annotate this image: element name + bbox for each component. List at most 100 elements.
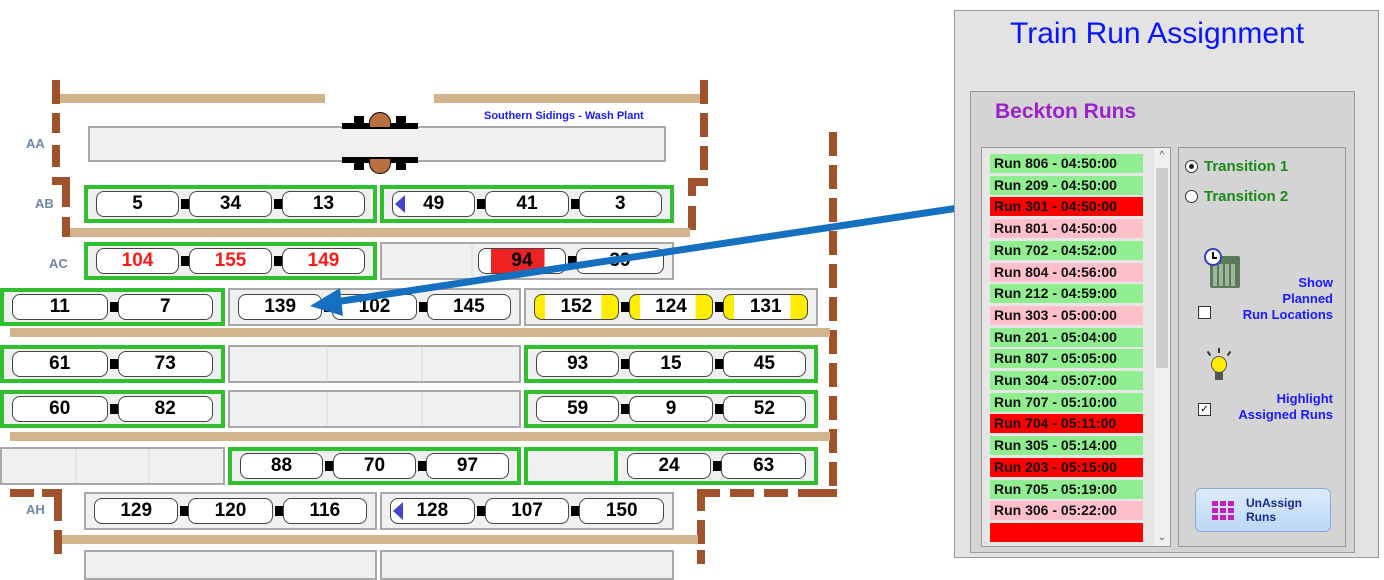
run-list-item[interactable]: Run 301 - 04:50:00 xyxy=(990,197,1143,217)
railcar[interactable]: 7 xyxy=(109,294,213,320)
railcar[interactable]: 49 xyxy=(392,191,476,217)
run-list-item[interactable]: Run 705 - 05:19:00 xyxy=(990,479,1143,499)
siding-r4-left[interactable]: 11 7 xyxy=(0,288,225,326)
railcar[interactable]: 13 xyxy=(274,191,365,217)
siding-r7-right[interactable]: 24 63 xyxy=(524,447,818,485)
run-list-item[interactable]: Run 305 - 05:14:00 xyxy=(990,436,1143,456)
railcar[interactable]: 61 xyxy=(12,351,108,377)
siding-r4-right[interactable]: 152 124 131 xyxy=(524,288,818,326)
railcar[interactable]: 3 xyxy=(570,191,662,217)
railcar[interactable]: 5 xyxy=(96,191,179,217)
rail xyxy=(70,228,690,237)
siding-r6-right[interactable]: 59 9 52 xyxy=(524,390,818,428)
railcar-number: 13 xyxy=(312,193,335,214)
railcar[interactable]: 52 xyxy=(714,396,806,422)
scroll-up-icon[interactable]: ^ xyxy=(1154,148,1170,164)
scrollbar[interactable]: ^ ⌄ xyxy=(1154,148,1170,546)
wall xyxy=(730,489,754,497)
railcar[interactable]: 82 xyxy=(109,396,213,422)
railcar[interactable]: 9 xyxy=(621,396,713,422)
railcar[interactable]: 131 xyxy=(715,294,809,320)
scroll-down-icon[interactable]: ⌄ xyxy=(1154,530,1170,546)
unassign-runs-button[interactable]: UnAssign Runs xyxy=(1195,488,1331,532)
run-list-item[interactable]: Run 306 - 05:22:00 xyxy=(990,501,1143,521)
run-list-item[interactable]: Run 212 - 04:59:00 xyxy=(990,284,1143,304)
siding-ah-left[interactable]: 129 120 116 xyxy=(84,492,377,530)
railcar[interactable]: 70 xyxy=(325,453,416,479)
run-list-item[interactable]: Run 702 - 04:52:00 xyxy=(990,240,1143,260)
siding-ah-right[interactable]: 128 107 150 xyxy=(380,492,674,530)
railcar[interactable]: 34 xyxy=(181,191,272,217)
railcar[interactable]: 88 xyxy=(240,453,323,479)
railcar[interactable]: 104 xyxy=(96,248,179,274)
railcar[interactable]: 97 xyxy=(418,453,509,479)
run-list-item[interactable]: Run 203 - 05:15:00 xyxy=(990,457,1143,477)
run-list-item[interactable]: Run 707 - 05:10:00 xyxy=(990,392,1143,412)
railcar[interactable]: 102 xyxy=(324,294,417,320)
railcar[interactable]: 129 xyxy=(94,498,179,524)
railcar[interactable]: 24 xyxy=(626,453,712,479)
railcar[interactable]: 60 xyxy=(12,396,108,422)
radio-selected-icon[interactable] xyxy=(1185,160,1198,173)
run-list-item[interactable]: Run 807 - 05:05:00 xyxy=(990,349,1143,369)
railcar-number: 11 xyxy=(49,296,70,317)
railcar[interactable]: 73 xyxy=(109,351,213,377)
scroll-thumb[interactable] xyxy=(1156,168,1168,368)
railcar[interactable]: 149 xyxy=(274,248,365,274)
wall xyxy=(54,489,62,521)
siding-ac-left[interactable]: 104 155 149 xyxy=(84,242,377,280)
siding-bottom-right[interactable] xyxy=(380,550,674,580)
railcar[interactable]: 139 xyxy=(238,294,323,320)
show-planned-checkbox[interactable] xyxy=(1198,306,1211,319)
railcar[interactable]: 155 xyxy=(181,248,272,274)
run-list-item[interactable]: Run 806 - 04:50:00 xyxy=(990,154,1143,173)
siding-r7-left[interactable] xyxy=(0,447,225,485)
railcar[interactable]: 15 xyxy=(621,351,713,377)
railcar[interactable]: 59 xyxy=(536,396,620,422)
empty-slot xyxy=(385,244,473,278)
transition-2-radio[interactable]: Transition 2 xyxy=(1185,188,1288,205)
railcar-number: 61 xyxy=(49,353,71,374)
railcar-number: 152 xyxy=(560,296,593,317)
run-list-item[interactable]: Run 804 - 04:56:00 xyxy=(990,262,1143,282)
railcar[interactable]: 39 xyxy=(568,248,664,274)
run-list-item[interactable]: Run 209 - 04:50:00 xyxy=(990,175,1143,195)
siding-r5-right[interactable]: 93 15 45 xyxy=(524,345,818,383)
railcar[interactable]: 128 xyxy=(390,498,475,524)
run-list-item[interactable]: Run 201 - 05:04:00 xyxy=(990,327,1143,347)
siding-r5-left[interactable]: 61 73 xyxy=(0,345,225,383)
railcar[interactable]: 45 xyxy=(714,351,806,377)
transition-1-radio[interactable]: Transition 1 xyxy=(1185,158,1288,175)
railcar[interactable]: 124 xyxy=(620,294,714,320)
siding-r7-mid[interactable]: 88 70 97 xyxy=(228,447,521,485)
run-list-item[interactable]: Run 704 - 05:11:00 xyxy=(990,414,1143,434)
siding-ac-right[interactable]: 94 39 xyxy=(380,242,674,280)
siding-ab-left[interactable]: 5 34 13 xyxy=(84,185,377,223)
highlight-assigned-checkbox[interactable]: ✓ xyxy=(1198,403,1211,416)
run-list-item[interactable]: Run 303 - 05:00:00 xyxy=(990,305,1143,325)
railcar[interactable]: 11 xyxy=(12,294,108,320)
railcar[interactable]: 63 xyxy=(713,453,807,479)
siding-ab-right[interactable]: 49 41 3 xyxy=(380,185,674,223)
run-list-item[interactable]: Run 304 - 05:07:00 xyxy=(990,371,1143,390)
run-list-item[interactable] xyxy=(990,522,1143,542)
coupler xyxy=(181,256,189,266)
run-list-item[interactable]: Run 801 - 04:50:00 xyxy=(990,219,1143,239)
railcar[interactable]: 93 xyxy=(536,351,620,377)
siding-r6-mid[interactable] xyxy=(228,390,521,428)
railcar[interactable]: 41 xyxy=(477,191,569,217)
radio-unselected-icon[interactable] xyxy=(1185,190,1198,203)
railcar[interactable]: 120 xyxy=(180,498,273,524)
railcar[interactable]: 116 xyxy=(274,498,367,524)
siding-r4-mid[interactable]: 139 102 145 xyxy=(228,288,521,326)
railcar[interactable]: 145 xyxy=(418,294,511,320)
railcar[interactable]: 94 xyxy=(478,248,566,274)
wall xyxy=(688,206,696,230)
siding-bottom-left[interactable] xyxy=(84,550,377,580)
siding-r5-mid[interactable] xyxy=(228,345,521,383)
siding-r6-left[interactable]: 60 82 xyxy=(0,390,225,428)
railcar[interactable]: 107 xyxy=(476,498,570,524)
railcar[interactable]: 152 xyxy=(534,294,619,320)
runs-listbox[interactable]: ^ ⌄ Run 806 - 04:50:00 Run 209 - 04:50:00… xyxy=(981,147,1171,547)
railcar[interactable]: 150 xyxy=(571,498,665,524)
